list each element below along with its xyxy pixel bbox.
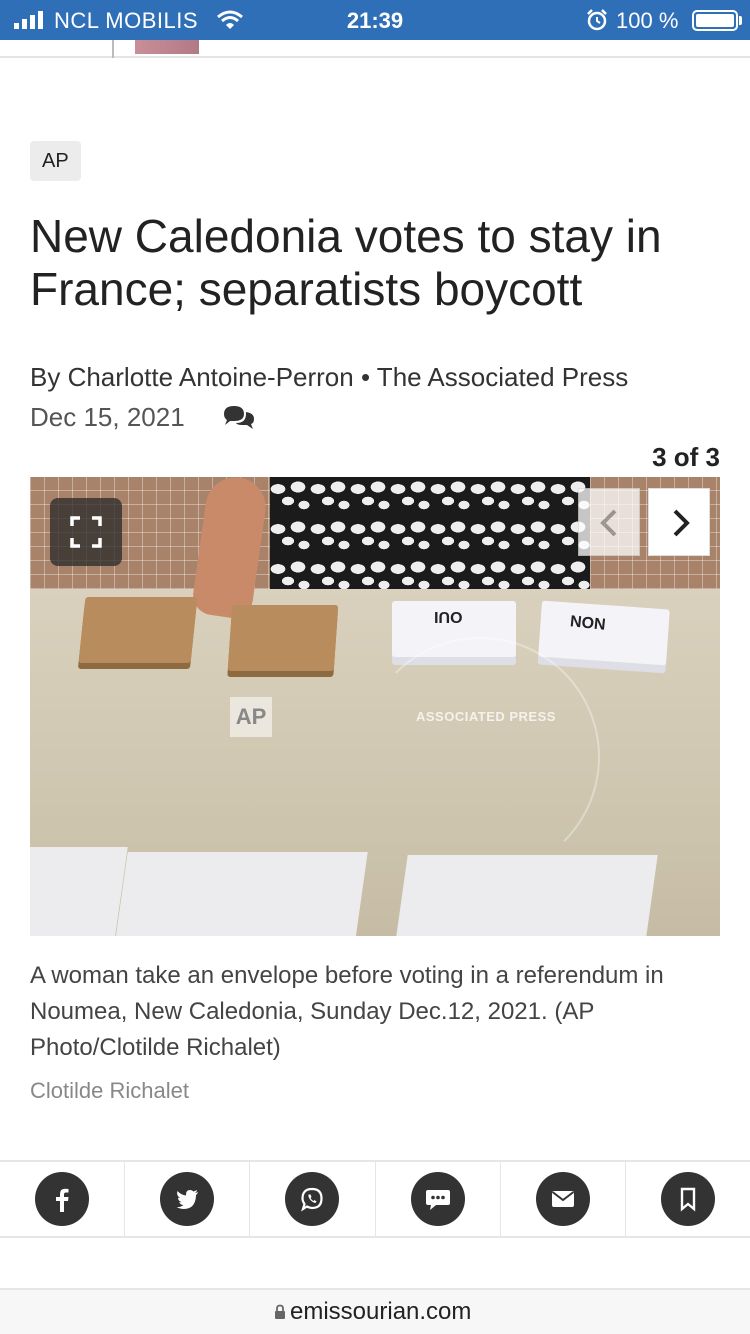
alarm-icon [587,9,607,31]
comments-icon[interactable] [222,404,256,430]
next-photo-button[interactable] [648,488,710,556]
photo-envelopes-left [78,597,198,663]
share-circle [160,1172,215,1226]
photo-caption: A woman take an envelope before voting i… [30,962,664,1061]
share-circle [285,1172,340,1226]
share-circle [410,1172,465,1226]
photo-papers-mid [112,852,368,936]
source-badge[interactable]: AP [30,141,81,181]
share-facebook-button[interactable] [0,1162,126,1236]
publish-date: Dec 15, 2021 [30,402,185,432]
thumbnail-remnant[interactable] [135,40,199,54]
ap-watermark: AP [230,697,272,737]
gallery-photo[interactable]: OUI NON AP ASSOCIATED PRESS [30,477,720,936]
share-bar [0,1160,750,1238]
photo-label-oui: OUI [434,608,463,625]
previous-photo-button[interactable] [578,488,640,556]
facebook-icon [56,1188,69,1212]
status-bar: NCL MOBILIS 21:39 100 % [0,0,750,40]
share-sms-button[interactable] [376,1162,501,1236]
browser-url-bar[interactable]: emissourian.com [0,1290,750,1334]
sms-icon [425,1190,450,1210]
photo-credit: Clotilde Richalet [30,1078,189,1103]
whatsapp-icon [301,1187,324,1212]
photo-papers-left [30,847,128,936]
watermark-arc [360,637,600,877]
divider [112,40,114,58]
url-text[interactable]: emissourian.com [290,1298,471,1326]
share-twitter-button[interactable] [125,1162,251,1236]
share-circle [35,1172,90,1226]
headline: New Caledonia votes to stay in France; s… [30,210,662,315]
share-email-button[interactable] [501,1162,626,1236]
photo-envelopes-right [227,605,339,671]
top-strip [0,40,750,58]
gallery-counter: 3 of 3 [652,442,720,472]
email-icon [551,1191,574,1207]
share-circle [660,1172,715,1226]
photo-dress [270,477,590,593]
photo-label-non: NON [569,613,607,634]
battery-icon [692,10,738,31]
twitter-icon [176,1190,199,1209]
bookmark-icon [680,1187,696,1212]
chevron-right-icon [673,509,690,537]
expand-icon [70,516,102,548]
share-whatsapp-button[interactable] [250,1162,376,1236]
chevron-left-icon [600,509,617,537]
byline: By Charlotte Antoine-Perron • The Associ… [30,362,629,392]
battery-tip [739,16,742,25]
battery-percentage: 100 % [616,8,679,33]
ap-watermark-text: ASSOCIATED PRESS [416,709,556,724]
share-circle [535,1172,590,1226]
bookmark-button[interactable] [626,1162,750,1236]
lock-icon [275,1304,285,1319]
fullscreen-button[interactable] [50,498,122,566]
